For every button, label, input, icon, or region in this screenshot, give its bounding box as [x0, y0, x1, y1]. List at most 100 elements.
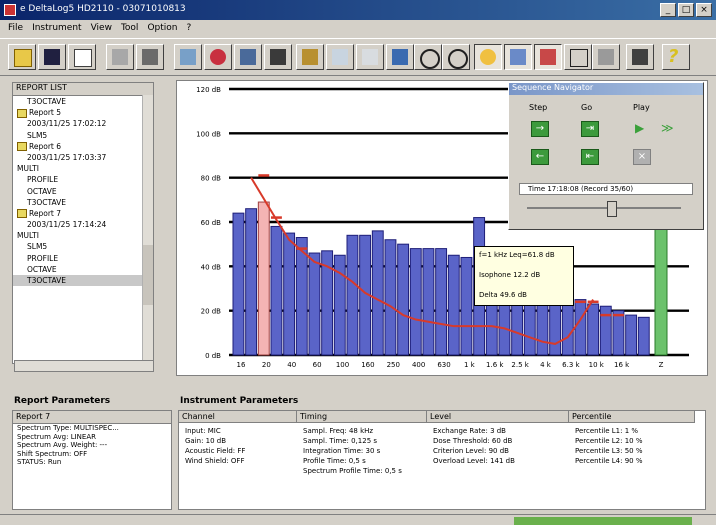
- tree-item[interactable]: Report 7: [13, 208, 153, 219]
- save-button[interactable]: [38, 44, 66, 70]
- tree-item-label: T3OCTAVE: [27, 197, 67, 207]
- spectrum-button[interactable]: [386, 44, 414, 70]
- maximize-button[interactable]: □: [678, 3, 694, 17]
- y-tick-label: 0 dB: [205, 352, 221, 360]
- instrument-parameters-title: Instrument Parameters: [180, 396, 299, 406]
- status-bar: [0, 514, 716, 525]
- sequence-slider[interactable]: [527, 201, 681, 217]
- export-button[interactable]: [592, 44, 620, 70]
- sequence-navigator-title: Sequence Navigator: [509, 83, 703, 95]
- heart-icon: [210, 49, 226, 65]
- tree-item[interactable]: OCTAVE: [13, 264, 153, 275]
- sequence-navigator: Sequence Navigator Step Go Play → ← ⇥ ⇤ …: [508, 82, 704, 230]
- new-button[interactable]: [68, 44, 96, 70]
- stop-button[interactable]: ×: [633, 149, 651, 165]
- spectrum-bar: [599, 305, 612, 356]
- tree-item[interactable]: PROFILE: [13, 174, 153, 185]
- instrument-icon: [112, 49, 128, 65]
- x-tick-label: 400: [412, 361, 425, 369]
- tree-item-label: 2003/11/25 17:02:12: [27, 119, 107, 129]
- level-button[interactable]: [264, 44, 292, 70]
- column-header[interactable]: Channel: [179, 411, 297, 423]
- zoom-in-button[interactable]: [414, 44, 442, 70]
- report-parameter-row: STATUS: Run: [17, 458, 62, 466]
- display-button[interactable]: [234, 44, 262, 70]
- table-cell: Overload Level: 141 dB: [433, 457, 515, 465]
- spectrum-bar: [346, 234, 359, 356]
- tree-item[interactable]: 2003/11/25 17:03:37: [13, 152, 153, 163]
- table-icon: [302, 49, 318, 65]
- menu-option[interactable]: Option: [147, 23, 177, 33]
- print-button[interactable]: [626, 44, 654, 70]
- tree-item[interactable]: SLM5: [13, 130, 153, 141]
- minimize-button[interactable]: _: [660, 3, 676, 17]
- x-tick-label: 1 k: [464, 361, 476, 369]
- menu-file[interactable]: File: [8, 23, 23, 33]
- tree-item[interactable]: Report 5: [13, 107, 153, 118]
- app-icon: [4, 4, 16, 16]
- record-button[interactable]: [174, 44, 202, 70]
- tree-item[interactable]: T3OCTAVE: [13, 275, 153, 287]
- report-parameters-title: Report Parameters: [14, 396, 111, 406]
- tree-item[interactable]: MULTI: [13, 163, 153, 174]
- chart-button[interactable]: [356, 44, 384, 70]
- column-header[interactable]: Level: [427, 411, 569, 423]
- tree-scrollbar[interactable]: [142, 95, 153, 363]
- tree-hscrollbar[interactable]: [14, 360, 154, 372]
- column-header[interactable]: Timing: [297, 411, 427, 423]
- tree-item[interactable]: Report 6: [13, 141, 153, 152]
- tree-item[interactable]: 2003/11/25 17:14:24: [13, 219, 153, 230]
- help-button[interactable]: ?: [662, 44, 690, 70]
- step-forward-button[interactable]: →: [531, 121, 549, 137]
- close-button[interactable]: ×: [696, 3, 712, 17]
- open-button[interactable]: [8, 44, 36, 70]
- play-button[interactable]: ▶: [635, 121, 644, 135]
- monitor-icon: [240, 49, 256, 65]
- graph-button[interactable]: [326, 44, 354, 70]
- spectrum-bar: [435, 248, 448, 356]
- menu-help[interactable]: ?: [186, 23, 191, 33]
- zoom-in-icon: [420, 49, 440, 69]
- tree-item[interactable]: OCTAVE: [13, 186, 153, 197]
- go-last-button[interactable]: ⇥: [581, 121, 599, 137]
- multi-chart-icon: [510, 49, 526, 65]
- report-parameter-row: Shift Spectrum: OFF: [17, 449, 88, 458]
- go-first-button[interactable]: ⇤: [581, 149, 599, 165]
- slider-thumb[interactable]: [607, 201, 617, 217]
- tree-item[interactable]: SLM5: [13, 241, 153, 252]
- sequence-icon: [540, 49, 556, 65]
- spectrum-bar: [447, 254, 460, 356]
- step-back-button[interactable]: ←: [531, 149, 549, 165]
- tree-item[interactable]: T3OCTAVE: [13, 96, 153, 107]
- wave-icon: [180, 49, 196, 65]
- spectrum-bar: [270, 225, 283, 356]
- report-icon: [17, 209, 27, 219]
- heart-button[interactable]: [204, 44, 232, 70]
- connect-button[interactable]: [106, 44, 134, 70]
- transfer-button[interactable]: [136, 44, 164, 70]
- timer-button[interactable]: [474, 44, 502, 70]
- column-header[interactable]: Percentile: [569, 411, 695, 423]
- zoom-out-button[interactable]: [442, 44, 470, 70]
- tree-item[interactable]: 2003/11/25 17:02:12: [13, 118, 153, 129]
- spectrum-icon: [392, 49, 408, 65]
- window-layout-button[interactable]: [564, 44, 592, 70]
- table-button[interactable]: [296, 44, 324, 70]
- tree-item-label: SLM5: [27, 130, 48, 140]
- report-icon: [17, 108, 27, 118]
- tree-item[interactable]: PROFILE: [13, 253, 153, 264]
- multi-chart-button[interactable]: [504, 44, 532, 70]
- tree-scroll-thumb[interactable]: [143, 245, 153, 305]
- x-tick-label: 160: [361, 361, 374, 369]
- tree-item[interactable]: MULTI: [13, 230, 153, 241]
- menu-view[interactable]: View: [91, 23, 112, 33]
- table-cell: Percentile L3: 50 %: [575, 447, 643, 455]
- fast-forward-button[interactable]: ≫: [661, 121, 674, 135]
- tree-item[interactable]: T3OCTAVE: [13, 197, 153, 208]
- table-cell: Criterion Level: 90 dB: [433, 447, 509, 455]
- menu-tool[interactable]: Tool: [121, 23, 138, 33]
- sequence-button[interactable]: [534, 44, 562, 70]
- menu-instrument[interactable]: Instrument: [32, 23, 82, 33]
- table-cell: Percentile L2: 10 %: [575, 437, 643, 445]
- tree-item-label: OCTAVE: [27, 264, 57, 274]
